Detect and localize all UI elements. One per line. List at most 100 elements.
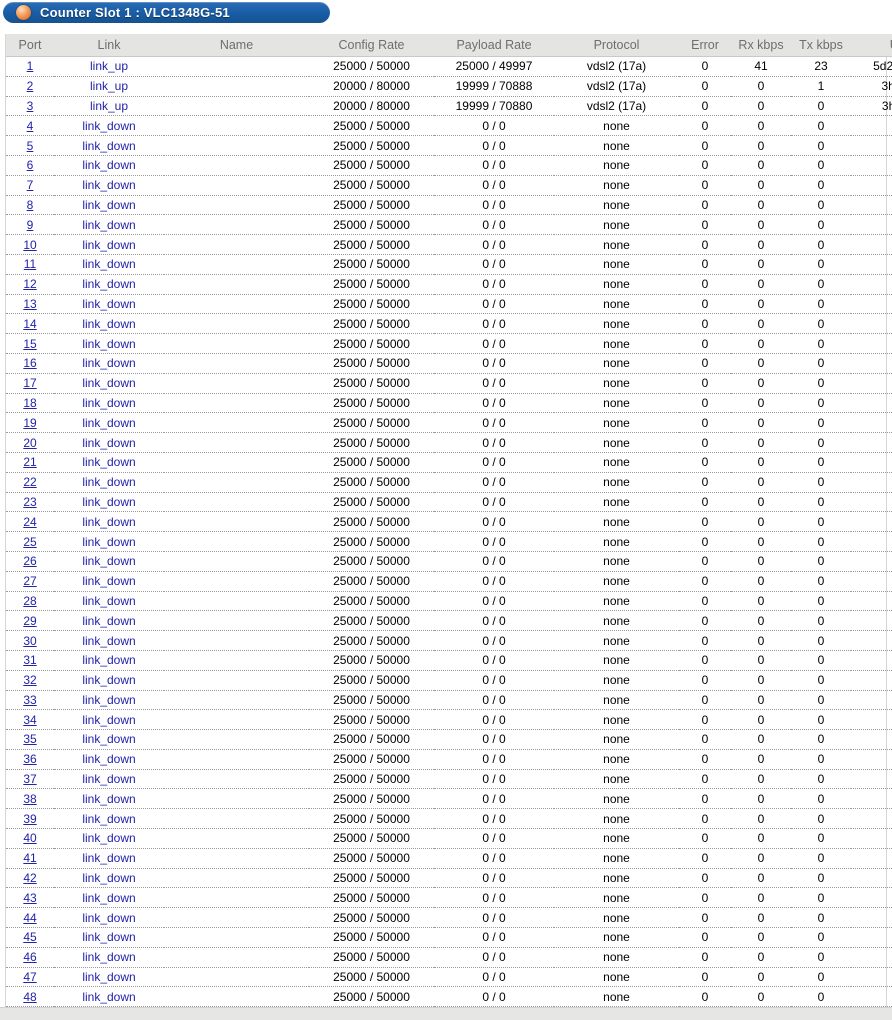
port-link[interactable]: 24 — [23, 515, 36, 529]
port-link[interactable]: 21 — [23, 455, 36, 469]
cell-uptime — [851, 313, 892, 335]
port-link[interactable]: 37 — [23, 772, 36, 786]
port-link[interactable]: 42 — [23, 871, 36, 885]
port-link[interactable]: 10 — [23, 238, 36, 252]
cell-link-state: link_down — [54, 373, 164, 394]
column-header-port: Port — [6, 34, 54, 57]
cell-rx-kbps: 0 — [731, 313, 791, 335]
cell-name — [164, 709, 309, 731]
port-link[interactable]: 46 — [23, 950, 36, 964]
cell-name — [164, 254, 309, 275]
cell-config-rate: 25000 / 50000 — [309, 472, 434, 493]
cell-name — [164, 967, 309, 988]
port-link[interactable]: 17 — [23, 376, 36, 390]
link-state-label: link_down — [82, 752, 136, 767]
port-link[interactable]: 8 — [27, 198, 34, 212]
cell-port: 29 — [6, 610, 54, 632]
link-state-label: link_down — [82, 890, 136, 905]
cell-tx-kbps: 0 — [791, 115, 851, 137]
port-link[interactable]: 47 — [23, 970, 36, 984]
cell-config-rate: 25000 / 50000 — [309, 313, 434, 335]
port-link[interactable]: 36 — [23, 752, 36, 766]
cell-payload-rate: 19999 / 70880 — [434, 96, 554, 117]
column-header-rx-kbps: Rx kbps — [731, 34, 791, 57]
column-header-tx-kbps: Tx kbps — [791, 34, 851, 57]
port-link[interactable]: 16 — [23, 356, 36, 370]
port-link[interactable]: 18 — [23, 396, 36, 410]
cell-config-rate: 25000 / 50000 — [309, 709, 434, 731]
cell-payload-rate: 25000 / 49997 — [434, 56, 554, 77]
port-link[interactable]: 3 — [27, 99, 34, 113]
cell-link-state: link_down — [54, 828, 164, 849]
cell-link-state: link_up — [54, 76, 164, 97]
cell-name — [164, 452, 309, 473]
link-state-label: link_down — [82, 277, 136, 292]
cell-link-state: link_down — [54, 709, 164, 731]
cell-name — [164, 175, 309, 196]
port-link[interactable]: 11 — [24, 257, 36, 271]
cell-port: 46 — [6, 947, 54, 968]
cell-tx-kbps: 0 — [791, 373, 851, 394]
port-link[interactable]: 40 — [23, 831, 36, 845]
column-header-payload-rate: Payload Rate — [434, 34, 554, 57]
port-link[interactable]: 2 — [27, 79, 34, 93]
port-link[interactable]: 15 — [23, 337, 36, 351]
port-link[interactable]: 48 — [23, 990, 36, 1004]
port-link[interactable]: 41 — [23, 851, 36, 865]
cell-error: 0 — [679, 472, 731, 493]
port-link[interactable]: 35 — [23, 732, 36, 746]
port-link[interactable]: 25 — [23, 535, 36, 549]
cell-uptime — [851, 432, 892, 453]
cell-port: 23 — [6, 492, 54, 513]
port-link[interactable]: 27 — [23, 574, 36, 588]
port-link[interactable]: 7 — [27, 178, 34, 192]
port-link[interactable]: 38 — [23, 792, 36, 806]
port-link[interactable]: 1 — [27, 59, 34, 73]
port-link[interactable]: 14 — [23, 317, 36, 331]
cell-rx-kbps: 0 — [731, 749, 791, 770]
cell-tx-kbps: 0 — [791, 749, 851, 770]
port-link[interactable]: 19 — [23, 416, 36, 430]
port-link[interactable]: 23 — [23, 495, 36, 509]
cell-protocol: none — [554, 630, 679, 651]
port-link[interactable]: 39 — [23, 812, 36, 826]
cell-config-rate: 25000 / 50000 — [309, 887, 434, 909]
port-link[interactable]: 44 — [23, 911, 36, 925]
cell-payload-rate: 0 / 0 — [434, 551, 554, 572]
cell-port: 35 — [6, 729, 54, 750]
port-link[interactable]: 22 — [23, 475, 36, 489]
cell-name — [164, 690, 309, 711]
port-link[interactable]: 12 — [23, 277, 36, 291]
port-link[interactable]: 20 — [23, 436, 36, 450]
port-link[interactable]: 34 — [23, 713, 36, 727]
cell-port: 45 — [6, 927, 54, 948]
port-link[interactable]: 26 — [23, 554, 36, 568]
port-link[interactable]: 29 — [23, 614, 36, 628]
cell-config-rate: 25000 / 50000 — [309, 769, 434, 790]
port-link[interactable]: 4 — [27, 119, 34, 133]
port-link[interactable]: 28 — [23, 594, 36, 608]
cell-name — [164, 828, 309, 849]
port-link[interactable]: 13 — [23, 297, 36, 311]
cell-error: 0 — [679, 412, 731, 434]
cell-uptime — [851, 709, 892, 731]
cell-protocol: none — [554, 452, 679, 473]
link-state-label: link_down — [82, 772, 136, 787]
cell-port: 38 — [6, 788, 54, 810]
port-link[interactable]: 5 — [27, 139, 34, 153]
cell-payload-rate: 0 / 0 — [434, 729, 554, 750]
cell-config-rate: 25000 / 50000 — [309, 492, 434, 513]
port-link[interactable]: 43 — [23, 891, 36, 905]
port-link[interactable]: 45 — [23, 930, 36, 944]
cell-link-state: link_up — [54, 96, 164, 117]
port-link[interactable]: 6 — [27, 158, 34, 172]
cell-payload-rate: 0 / 0 — [434, 907, 554, 929]
cell-rx-kbps: 0 — [731, 769, 791, 790]
cell-tx-kbps: 0 — [791, 96, 851, 117]
port-link[interactable]: 9 — [27, 218, 34, 232]
port-link[interactable]: 32 — [23, 673, 36, 687]
port-link[interactable]: 30 — [23, 634, 36, 648]
port-link[interactable]: 31 — [23, 653, 36, 667]
cell-tx-kbps: 0 — [791, 551, 851, 572]
port-link[interactable]: 33 — [23, 693, 36, 707]
